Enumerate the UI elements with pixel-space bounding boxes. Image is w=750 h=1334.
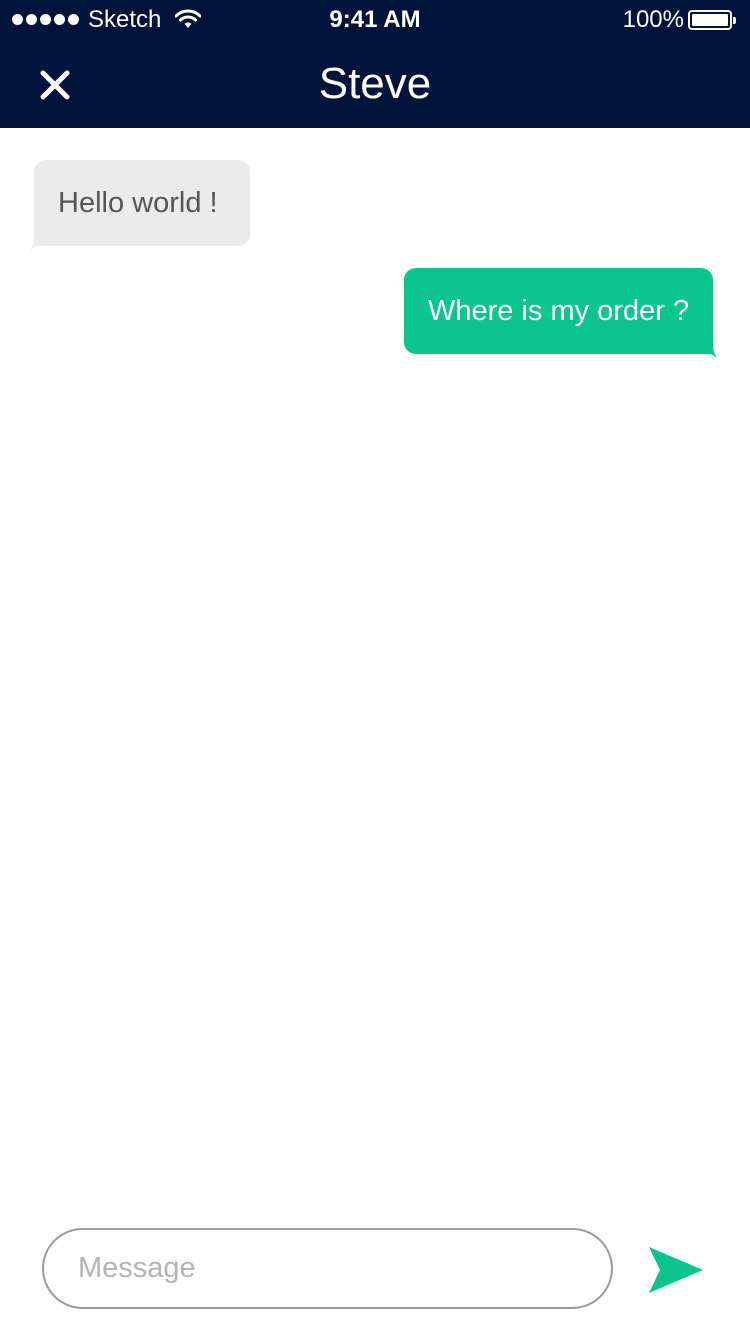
bubble-tail-icon [30, 238, 44, 250]
send-button[interactable] [640, 1241, 712, 1299]
page-title: Steve [318, 59, 432, 108]
battery-full-icon [688, 10, 736, 30]
bubble-tail-icon [703, 346, 717, 358]
message-composer [0, 1205, 750, 1334]
message-input[interactable] [42, 1228, 613, 1309]
incoming-message-bubble: Hello world ! [30, 160, 250, 250]
message-text: Hello world ! [58, 187, 218, 219]
send-icon [649, 1247, 703, 1293]
status-bar: Sketch 9:41 AM 100% [0, 0, 750, 40]
battery-percentage: 100% [622, 6, 684, 33]
outgoing-message-bubble: Where is my order ? [404, 268, 717, 358]
message-text: Where is my order ? [428, 295, 690, 327]
chat-header: Sketch 9:41 AM 100% Steve [0, 0, 750, 128]
